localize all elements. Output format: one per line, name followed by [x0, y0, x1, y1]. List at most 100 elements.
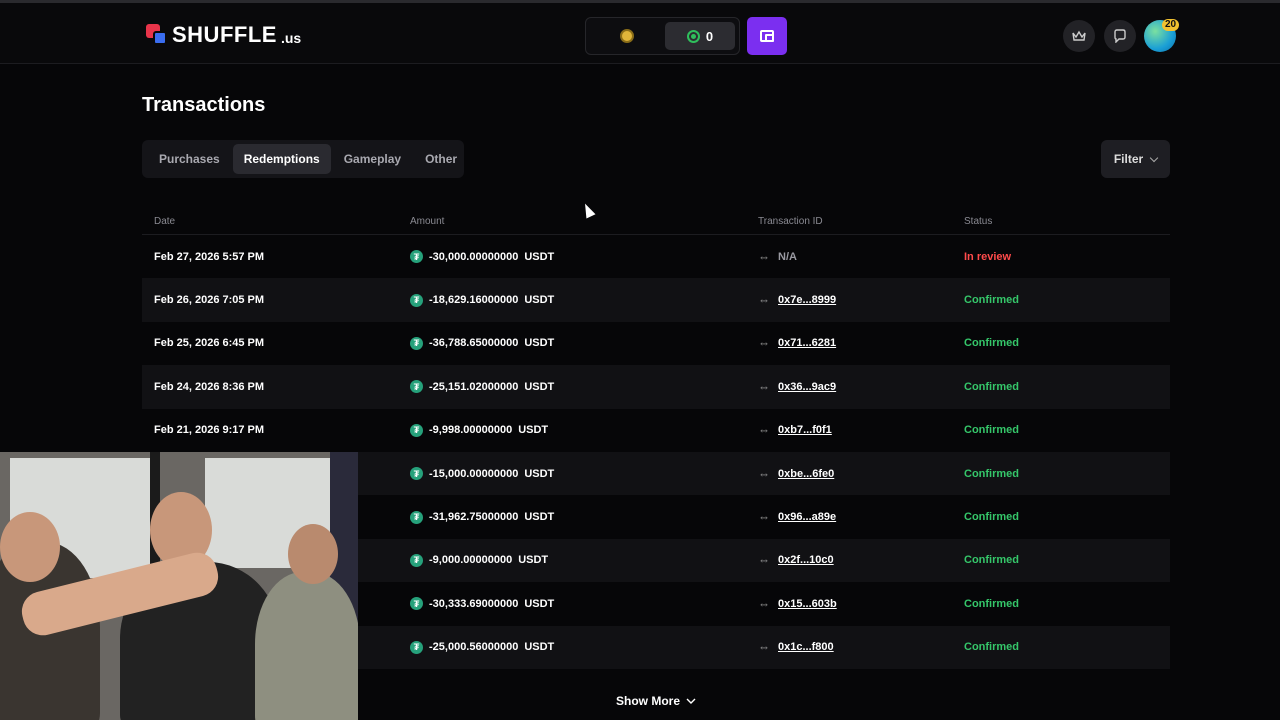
- transaction-id-link[interactable]: 0x1c...f800: [778, 641, 834, 653]
- amount-currency: USDT: [524, 337, 555, 350]
- filter-button[interactable]: Filter: [1101, 140, 1170, 178]
- shuffle-logo[interactable]: SHUFFLE .us: [146, 22, 301, 48]
- amount-currency: USDT: [524, 250, 555, 263]
- link-icon: ⇔: [758, 336, 770, 351]
- balance-selector[interactable]: 0: [585, 17, 740, 55]
- transaction-id: ⇔ 0xbe...6fe0: [758, 467, 964, 481]
- status-badge: Confirmed: [964, 597, 1019, 610]
- amount-currency: USDT: [524, 597, 555, 610]
- amount-currency: USDT: [524, 294, 555, 307]
- link-icon: ⇔: [758, 379, 770, 394]
- link-icon: ⇔: [758, 596, 770, 611]
- transaction-id-link: N/A: [778, 250, 797, 263]
- link-icon: ⇔: [758, 640, 770, 655]
- show-more-button[interactable]: Show More: [616, 694, 696, 708]
- link-icon: ⇔: [758, 510, 770, 525]
- level-badge: 20: [1162, 19, 1180, 31]
- table-row: Feb 26, 2026 7:05 PM ₮ -18,629.16000000 USD…: [142, 278, 1170, 322]
- transaction-id-link[interactable]: 0x71...6281: [778, 337, 836, 349]
- transaction-id: ⇔ 0x1c...f800: [758, 640, 964, 654]
- status-badge: Confirmed: [964, 511, 1019, 524]
- transaction-id: ⇔ N/A: [758, 250, 964, 264]
- table-row: Feb 27, 2026 5:57 PM ₮ -30,000.00000000 USD…: [142, 235, 1170, 278]
- tether-icon: ₮: [410, 380, 423, 394]
- transaction-date: Feb 27, 2026 5:57 PM: [154, 250, 265, 263]
- status-badge: Confirmed: [964, 641, 1019, 654]
- tether-icon: ₮: [410, 250, 423, 264]
- tab-purchases[interactable]: Purchases: [148, 144, 231, 174]
- transaction-id-link[interactable]: 0x36...9ac9: [778, 381, 836, 393]
- show-more-label: Show More: [616, 694, 681, 708]
- transaction-amount: ₮ -30,333.69000000 USDT: [410, 597, 758, 611]
- transaction-id-link[interactable]: 0xbe...6fe0: [778, 468, 834, 480]
- amount-value: -25,151.02000000: [429, 380, 519, 393]
- status-badge: Confirmed: [964, 380, 1019, 393]
- amount-value: -9,000.00000000: [429, 554, 513, 567]
- column-header-status: Status: [964, 215, 993, 227]
- status-badge: Confirmed: [964, 294, 1019, 307]
- table-header: Date Amount Transaction ID Status: [142, 208, 1170, 235]
- person-left-head: [0, 512, 60, 582]
- transaction-amount: ₮ -9,000.00000000 USDT: [410, 553, 758, 567]
- transaction-date: Feb 26, 2026 7:05 PM: [154, 294, 265, 307]
- tether-icon: ₮: [410, 293, 423, 307]
- amount-currency: USDT: [518, 424, 549, 437]
- transaction-id-link[interactable]: 0x15...603b: [778, 598, 837, 610]
- status-badge: Confirmed: [964, 337, 1019, 350]
- transaction-amount: ₮ -9,998.00000000 USDT: [410, 423, 758, 437]
- amount-currency: USDT: [524, 511, 555, 524]
- tether-icon: ₮: [410, 553, 423, 567]
- gold-coin-icon[interactable]: [620, 29, 634, 43]
- amount-value: -25,000.56000000: [429, 641, 519, 654]
- amount-value: -36,788.65000000: [429, 337, 519, 350]
- transaction-id: ⇔ 0x71...6281: [758, 336, 964, 350]
- person-right: [255, 572, 358, 720]
- tether-icon: ₮: [410, 336, 423, 350]
- transaction-date: Feb 25, 2026 6:45 PM: [154, 337, 265, 350]
- transaction-id-link[interactable]: 0x2f...10c0: [778, 554, 834, 566]
- transaction-amount: ₮ -36,788.65000000 USDT: [410, 336, 758, 350]
- person-right-head: [288, 524, 338, 584]
- transaction-id-link[interactable]: 0x96...a89e: [778, 511, 836, 523]
- wallet-button[interactable]: [747, 17, 787, 55]
- link-icon: ⇔: [758, 293, 770, 308]
- column-header-amount: Amount: [410, 215, 445, 227]
- tab-gameplay[interactable]: Gameplay: [333, 144, 412, 174]
- amount-value: -18,629.16000000: [429, 294, 519, 307]
- amount-currency: USDT: [524, 641, 555, 654]
- table-row: Feb 25, 2026 6:45 PM ₮ -36,788.65000000 USD…: [142, 322, 1170, 365]
- column-header-date: Date: [154, 215, 176, 227]
- transaction-id: ⇔ 0xb7...f0f1: [758, 423, 964, 437]
- tether-icon: ₮: [410, 467, 423, 481]
- transaction-id-link[interactable]: 0x7e...8999: [778, 294, 836, 306]
- transaction-amount: ₮ -15,000.00000000 USDT: [410, 467, 758, 481]
- chat-button[interactable]: [1104, 20, 1136, 52]
- chevron-down-icon: [686, 698, 696, 704]
- amount-value: -31,962.75000000: [429, 511, 519, 524]
- rewards-button[interactable]: [1063, 20, 1095, 52]
- tab-redemptions[interactable]: Redemptions: [232, 144, 331, 174]
- link-icon: ⇔: [758, 423, 770, 438]
- transaction-type-tabs: Purchases Redemptions Gameplay Other: [142, 140, 464, 178]
- column-header-transaction-id: Transaction ID: [758, 215, 823, 227]
- amount-value: -15,000.00000000: [429, 467, 519, 480]
- sweeps-coin-balance[interactable]: 0: [665, 22, 735, 50]
- amount-currency: USDT: [524, 380, 555, 393]
- tether-icon: ₮: [410, 423, 423, 437]
- wallet-icon: [760, 30, 774, 42]
- tab-other[interactable]: Other: [414, 144, 468, 174]
- transaction-date: Feb 21, 2026 9:17 PM: [154, 424, 265, 437]
- webcam-overlay: [0, 452, 358, 720]
- transaction-id-link[interactable]: 0xb7...f0f1: [778, 424, 832, 436]
- amount-value: -30,333.69000000: [429, 597, 519, 610]
- link-icon: ⇔: [758, 466, 770, 481]
- status-badge: In review: [964, 250, 1012, 263]
- transaction-amount: ₮ -25,000.56000000 USDT: [410, 640, 758, 654]
- status-badge: Confirmed: [964, 554, 1019, 567]
- transaction-date: Feb 24, 2026 8:36 PM: [154, 380, 265, 393]
- sweeps-coin-icon: [686, 29, 700, 43]
- crown-icon: [1072, 30, 1086, 41]
- tether-icon: ₮: [410, 510, 423, 524]
- top-navigation-bar: SHUFFLE .us 0 20: [0, 0, 1280, 64]
- table-row: Feb 21, 2026 9:17 PM ₮ -9,998.00000000 USDT…: [142, 409, 1170, 452]
